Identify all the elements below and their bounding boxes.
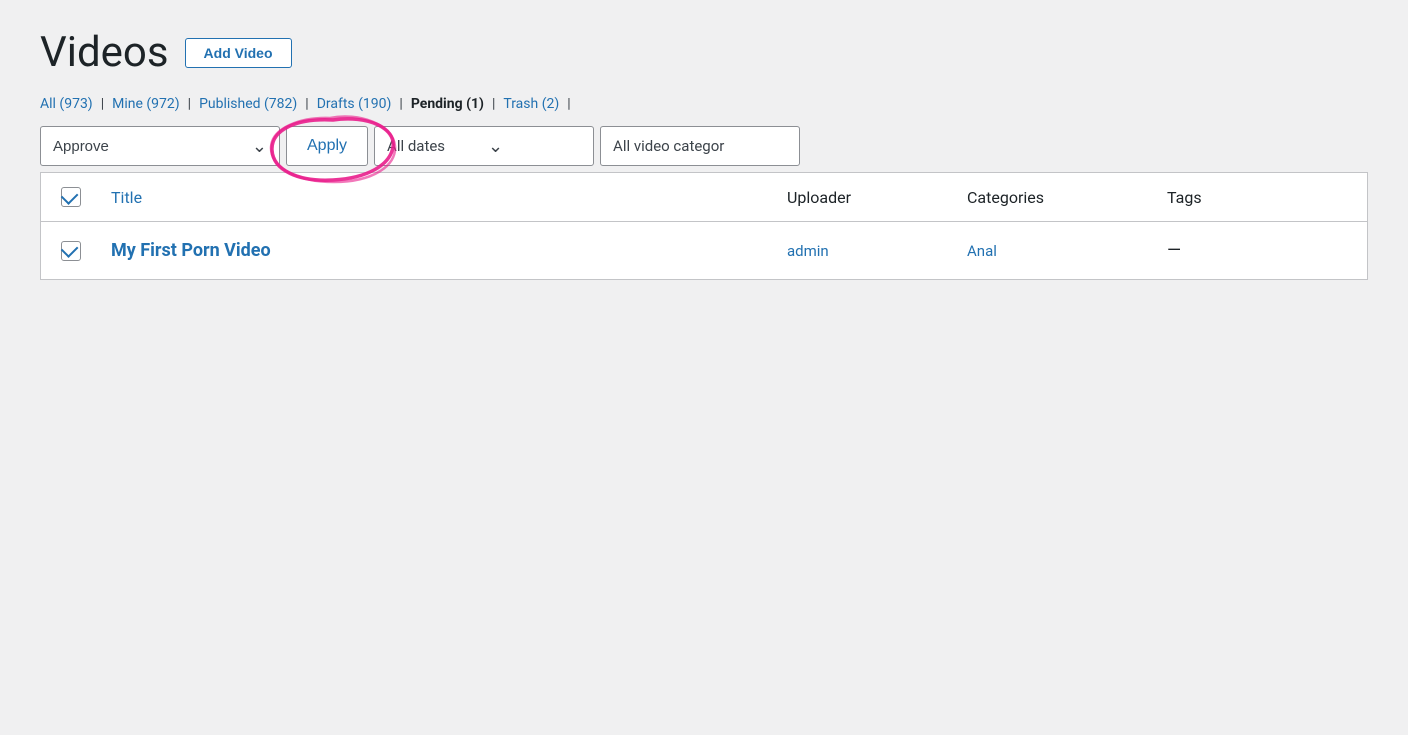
category-link[interactable]: Anal xyxy=(967,242,997,260)
filter-published[interactable]: Published (782) xyxy=(199,96,297,112)
separator-2: | xyxy=(188,96,191,112)
bulk-action-dropdown[interactable]: Approve xyxy=(41,127,240,165)
table-header: Title Uploader Categories Tags xyxy=(41,173,1367,222)
filter-pending: Pending (1) xyxy=(411,96,484,112)
separator-6: | xyxy=(567,96,570,112)
page-header: Videos Add Video xyxy=(40,30,1368,76)
bulk-action-chevron-icon: ⌄ xyxy=(240,136,279,157)
filter-mine[interactable]: Mine (972) xyxy=(112,96,180,112)
separator-5: | xyxy=(492,96,495,112)
dates-label: All dates xyxy=(387,137,480,155)
row-categories-col: Anal xyxy=(967,242,1167,260)
filter-all[interactable]: All (973) xyxy=(40,96,93,112)
categories-column-header: Categories xyxy=(967,188,1044,207)
toolbar: Approve ⌄ Apply All dates ⌄ All video ca… xyxy=(40,126,1368,166)
uploader-link[interactable]: admin xyxy=(787,242,829,260)
page-title: Videos xyxy=(40,30,169,76)
apply-button-wrapper: Apply xyxy=(286,126,368,166)
row-tags-col: — xyxy=(1167,240,1347,261)
header-title-col: Title xyxy=(111,188,787,207)
title-column-header[interactable]: Title xyxy=(111,188,142,207)
tags-value: — xyxy=(1167,240,1181,261)
tags-column-header: Tags xyxy=(1167,188,1202,207)
header-categories-col: Categories xyxy=(967,188,1167,207)
category-select[interactable]: All video categor xyxy=(600,126,800,166)
separator-1: | xyxy=(101,96,104,112)
dates-chevron-icon: ⌄ xyxy=(488,136,581,157)
row-checkbox-col xyxy=(61,241,111,261)
videos-table: Title Uploader Categories Tags My First … xyxy=(40,172,1368,280)
row-uploader-col: admin xyxy=(787,242,967,260)
header-uploader-col: Uploader xyxy=(787,188,967,207)
separator-4: | xyxy=(399,96,402,112)
filter-trash[interactable]: Trash (2) xyxy=(503,96,559,112)
dates-select[interactable]: All dates ⌄ xyxy=(374,126,594,166)
table-row: My First Porn Video admin Anal — xyxy=(41,222,1367,279)
filter-drafts[interactable]: Drafts (190) xyxy=(317,96,392,112)
separator-3: | xyxy=(305,96,308,112)
bulk-action-select[interactable]: Approve ⌄ xyxy=(40,126,280,166)
add-video-button[interactable]: Add Video xyxy=(185,38,292,68)
header-checkbox-col xyxy=(61,187,111,207)
select-all-checkbox[interactable] xyxy=(61,187,81,207)
row-checkbox[interactable] xyxy=(61,241,81,261)
category-label: All video categor xyxy=(613,137,724,155)
apply-button[interactable]: Apply xyxy=(286,126,368,166)
video-title-link[interactable]: My First Porn Video xyxy=(111,240,271,261)
filter-links: All (973) | Mine (972) | Published (782)… xyxy=(40,96,1368,112)
header-tags-col: Tags xyxy=(1167,188,1347,207)
row-title-col: My First Porn Video xyxy=(111,240,787,261)
uploader-column-header: Uploader xyxy=(787,188,851,207)
